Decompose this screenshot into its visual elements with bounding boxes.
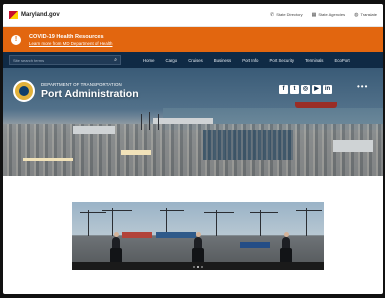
warehouse xyxy=(153,118,213,124)
pier xyxy=(121,150,151,155)
utility-links: ✆ State Directory ▦ State Agencies ◍ Transl… xyxy=(270,12,377,18)
globe-icon: ◍ xyxy=(354,12,359,18)
site-logo[interactable]: DEPARTMENT OF TRANSPORTATION Port Admini… xyxy=(13,80,139,102)
nav-item-port-info[interactable]: Port Info xyxy=(242,58,258,63)
twitter-icon[interactable]: t xyxy=(290,85,299,94)
hero-banner: DEPARTMENT OF TRANSPORTATION Port Admini… xyxy=(3,68,383,176)
info-icon: ! xyxy=(11,34,21,45)
alert-title: COVID-19 Health Resources xyxy=(29,33,104,40)
instagram-icon[interactable]: ◎ xyxy=(301,85,310,94)
carousel-dot[interactable] xyxy=(201,265,203,268)
mdot-seal-icon xyxy=(13,80,35,102)
crane xyxy=(158,114,159,130)
linkedin-icon[interactable]: in xyxy=(323,85,332,94)
maryland-flag-icon xyxy=(9,11,18,19)
maryland-gov-link[interactable]: Maryland.gov xyxy=(21,12,60,18)
container-yard xyxy=(3,124,383,176)
search-input[interactable]: Site search terms ⌕ xyxy=(9,55,121,65)
building-icon: ▦ xyxy=(311,12,317,18)
nav-item-port-security[interactable]: Port Security xyxy=(269,58,294,63)
nav-item-business[interactable]: Business xyxy=(214,58,231,63)
carousel-indicators xyxy=(72,263,324,270)
search-icon[interactable]: ⌕ xyxy=(114,57,117,63)
carousel-dot[interactable] xyxy=(193,265,195,268)
facebook-icon[interactable]: f xyxy=(279,85,288,94)
more-options-icon[interactable]: ••• xyxy=(357,82,368,91)
ship xyxy=(295,102,337,108)
covid-alert-banner: ! COVID-19 Health Resources Learn more f… xyxy=(3,27,383,52)
browser-viewport: Maryland.gov ✆ State Directory ▦ State Age… xyxy=(3,4,383,294)
main-nav: Site search terms ⌕ Home Cargo Cruises B… xyxy=(3,52,383,68)
state-directory-link[interactable]: ✆ State Directory xyxy=(270,12,303,18)
maryland-top-bar: Maryland.gov ✆ State Directory ▦ State Age… xyxy=(3,4,383,27)
nav-item-home[interactable]: Home xyxy=(143,58,154,63)
brand-title: Port Administration xyxy=(41,88,139,100)
carousel-slide[interactable] xyxy=(156,202,240,262)
crane xyxy=(149,112,150,130)
phone-icon: ✆ xyxy=(270,12,275,18)
state-agencies-link[interactable]: ▦ State Agencies xyxy=(312,12,345,18)
nav-item-cruises[interactable]: Cruises xyxy=(188,58,203,63)
translate-link[interactable]: ◍ Translate xyxy=(354,12,377,18)
nav-item-ecoport[interactable]: EcoPort xyxy=(334,58,349,63)
carousel-dot[interactable] xyxy=(197,265,199,268)
alert-link[interactable]: Learn more from MD Department of Health xyxy=(29,41,112,46)
nav-item-cargo[interactable]: Cargo xyxy=(165,58,177,63)
container-stacks xyxy=(203,130,293,160)
crane xyxy=(141,114,142,130)
brand-subtitle: DEPARTMENT OF TRANSPORTATION xyxy=(41,82,122,87)
warehouse xyxy=(73,126,115,134)
youtube-icon[interactable]: ▶ xyxy=(312,85,321,94)
social-links: f t ◎ ▶ in xyxy=(279,85,332,94)
warehouse xyxy=(333,140,373,152)
nav-item-terminals[interactable]: Terminals xyxy=(305,58,323,63)
search-placeholder: Site search terms xyxy=(13,57,45,63)
carousel-slide[interactable] xyxy=(240,202,324,262)
image-carousel[interactable] xyxy=(72,202,324,270)
nav-links: Home Cargo Cruises Business Port Info Po… xyxy=(143,58,350,63)
pier xyxy=(23,158,73,161)
carousel-slide[interactable] xyxy=(72,202,156,262)
